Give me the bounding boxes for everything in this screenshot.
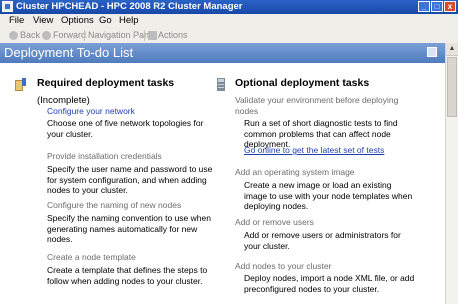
maximize-button[interactable]: □ — [431, 1, 443, 12]
task-add-os-image[interactable]: Add an operating system image — [235, 167, 355, 178]
task-description: Create a new image or load an existing i… — [244, 180, 413, 211]
task-description: Specify the user name and password to us… — [47, 164, 213, 195]
back-button[interactable]: Back — [20, 29, 40, 42]
menu-go[interactable]: Go — [99, 15, 112, 27]
header-toggle-icon[interactable] — [427, 47, 437, 57]
menu-view[interactable]: View — [33, 15, 53, 27]
vertical-scrollbar[interactable]: ▲ — [445, 43, 458, 304]
task-configure-network[interactable]: Configure your network — [47, 106, 135, 117]
menu-file[interactable]: File — [9, 15, 24, 27]
task-installation-credentials[interactable]: Provide installation credentials — [47, 151, 162, 162]
task-node-naming[interactable]: Configure the naming of new nodes — [47, 200, 181, 211]
close-button[interactable]: x — [444, 1, 456, 12]
optional-tasks-icon — [216, 78, 227, 91]
toolbar-separator — [144, 30, 145, 41]
task-description: Add or remove users or administrators fo… — [244, 230, 401, 251]
menu-help[interactable]: Help — [119, 15, 139, 27]
scroll-thumb[interactable] — [447, 57, 457, 117]
task-validate-environment[interactable]: Validate your environment before deployi… — [235, 95, 405, 117]
task-description: Choose one of five network topologies fo… — [47, 118, 204, 139]
actions-button[interactable]: Actions — [158, 29, 188, 42]
actions-icon — [148, 31, 157, 40]
window-title: Cluster HPCHEAD - HPC 2008 R2 Cluster Ma… — [16, 1, 243, 12]
task-description: Deploy nodes, import a node XML file, or… — [244, 273, 415, 294]
task-node-template[interactable]: Create a node template — [47, 252, 136, 263]
page-title: Deployment To-do List — [4, 45, 134, 60]
task-description: Specify the naming convention to use whe… — [47, 213, 211, 244]
task-add-nodes[interactable]: Add nodes to your cluster — [235, 261, 331, 272]
menu-bar: File View Options Go Help — [0, 14, 458, 29]
page-header: Deployment To-do List — [0, 43, 445, 63]
menu-options[interactable]: Options — [61, 15, 94, 27]
required-tasks-title: Required deployment tasks — [37, 77, 175, 89]
minimize-button[interactable]: _ — [418, 1, 430, 12]
toolbar-separator — [84, 30, 85, 41]
latest-tests-link[interactable]: Go online to get the latest set of tests — [244, 145, 384, 156]
task-description: Create a template that defines the steps… — [47, 265, 208, 286]
app-icon — [2, 1, 13, 12]
back-arrow-icon — [9, 31, 18, 40]
task-add-remove-users[interactable]: Add or remove users — [235, 217, 314, 228]
optional-tasks-title: Optional deployment tasks — [235, 77, 370, 89]
forward-button[interactable]: Forward — [53, 29, 86, 42]
required-tasks-icon — [15, 78, 26, 91]
scroll-up-icon[interactable]: ▲ — [446, 43, 458, 56]
title-bar: Cluster HPCHEAD - HPC 2008 R2 Cluster Ma… — [0, 0, 458, 14]
forward-arrow-icon — [42, 31, 51, 40]
toolbar: Back Forward Navigation Pane Actions — [0, 28, 458, 44]
